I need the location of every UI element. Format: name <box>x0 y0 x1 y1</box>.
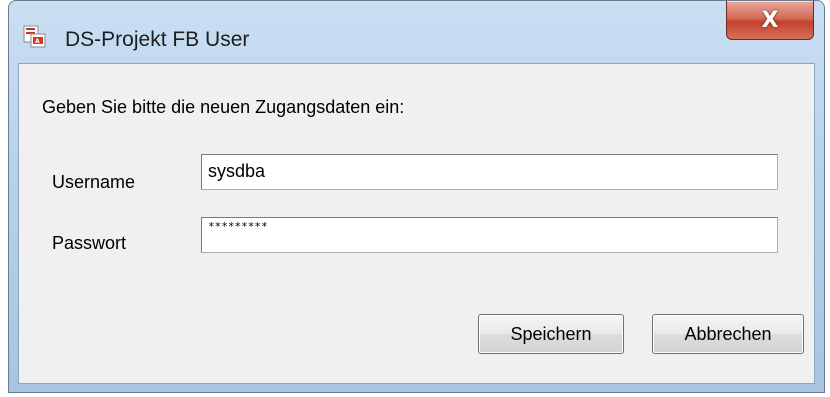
password-input[interactable]: ********* <box>201 217 778 253</box>
svg-text:A: A <box>35 38 40 45</box>
instruction-text: Geben Sie bitte die neuen Zugangsdaten e… <box>42 97 405 117</box>
close-button[interactable]: X <box>726 1 814 40</box>
cancel-button[interactable]: Abbrechen <box>652 314 804 354</box>
password-label: Passwort <box>52 233 127 253</box>
close-icon: X <box>761 7 779 33</box>
app-icon: A <box>23 25 46 48</box>
save-button[interactable]: Speichern <box>478 314 624 354</box>
title-bar[interactable]: A DS-Projekt FB User X <box>9 1 824 63</box>
window-title: DS-Projekt FB User <box>65 28 250 51</box>
username-input[interactable]: sysdba <box>201 154 778 190</box>
username-label: Username <box>52 172 136 192</box>
